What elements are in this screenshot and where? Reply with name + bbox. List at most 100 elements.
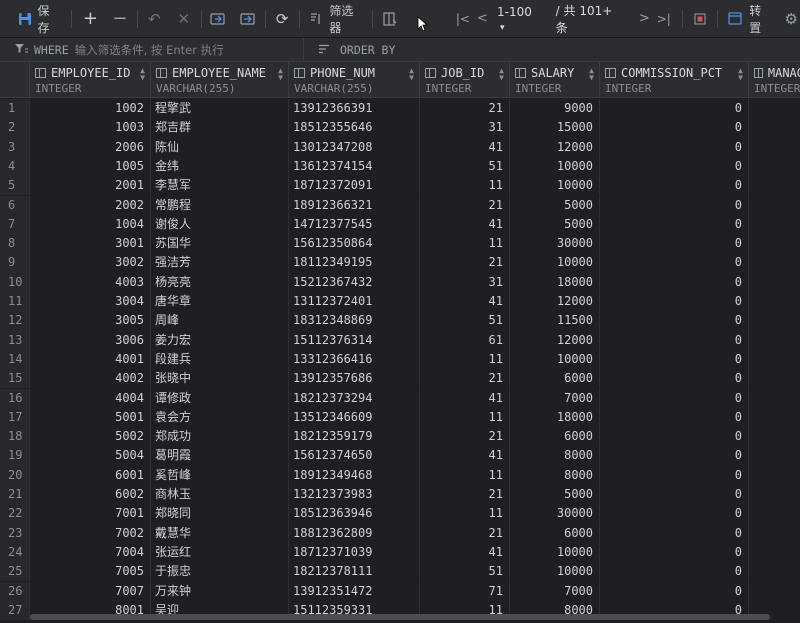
table-cell[interactable]: 18212373294 [289, 388, 420, 408]
table-cell[interactable]: 13912366391 [289, 99, 420, 119]
table-cell[interactable]: 3001 [30, 234, 151, 254]
table-cell[interactable]: 强洁芳 [151, 253, 289, 273]
table-cell[interactable]: 13012347208 [289, 137, 420, 157]
sort-icon[interactable]: ▲ ▼ [589, 67, 594, 82]
table-cell[interactable]: 1003 [30, 118, 151, 138]
table-cell[interactable]: 0 [600, 523, 749, 543]
table-cell[interactable]: 0 [600, 156, 749, 177]
table-cell[interactable] [749, 118, 800, 137]
page-range-select[interactable]: 1-100 ▾ [497, 5, 542, 33]
delete-row-icon[interactable]: − [111, 8, 128, 29]
export-icon[interactable] [239, 10, 256, 28]
table-cell[interactable]: 0 [600, 99, 749, 119]
table-cell[interactable] [749, 157, 800, 176]
table-cell[interactable] [749, 369, 800, 388]
table-cell[interactable]: 谢俊人 [151, 214, 289, 235]
table-cell[interactable]: 7000 [510, 581, 600, 601]
table-cell[interactable]: 10000 [510, 349, 600, 370]
table-cell[interactable]: 3005 [30, 311, 151, 331]
table-cell[interactable]: 7004 [30, 542, 151, 563]
table-cell[interactable]: 7000 [510, 388, 600, 408]
table-cell[interactable]: 30000 [510, 504, 600, 524]
table-cell[interactable]: 18512363946 [289, 504, 420, 524]
sort-icon[interactable]: ▲ ▼ [409, 67, 414, 82]
table-cell[interactable]: 2006 [30, 137, 151, 157]
table-cell[interactable]: 5002 [30, 427, 151, 447]
table-cell[interactable]: 6000 [510, 523, 600, 543]
table-cell[interactable]: 杨亮亮 [151, 272, 289, 292]
table-cell[interactable]: 7007 [30, 581, 151, 601]
table-cell[interactable]: 于振忠 [151, 562, 289, 582]
table-cell[interactable]: 0 [600, 349, 749, 370]
table-cell[interactable]: 18212378111 [289, 562, 420, 582]
table-cell[interactable]: 15212367432 [289, 272, 420, 292]
table-cell[interactable]: 21 [420, 253, 510, 273]
table-cell[interactable]: 6002 [30, 485, 151, 505]
column-header[interactable]: EMPLOYEE_NAME ▲ ▼ VARCHAR(255) [151, 62, 289, 98]
table-row[interactable]: 9 3002 强洁芳 18112349195 21 10000 0 [0, 253, 800, 273]
table-cell[interactable]: 5000 [510, 485, 600, 505]
sort-icon[interactable]: ▲ ▼ [499, 67, 504, 82]
table-cell[interactable]: 21 [420, 195, 510, 215]
table-cell[interactable] [749, 543, 800, 562]
table-cell[interactable]: 12000 [510, 137, 600, 157]
table-cell[interactable]: 5000 [510, 195, 600, 215]
table-cell[interactable]: 0 [600, 137, 749, 157]
refresh-icon[interactable]: ⟳ [273, 10, 290, 28]
table-cell[interactable]: 8000 [510, 465, 600, 485]
table-cell[interactable] [749, 389, 800, 408]
table-cell[interactable]: 21 [420, 485, 510, 505]
table-cell[interactable]: 奚哲峰 [151, 465, 289, 485]
table-cell[interactable]: 51 [420, 156, 510, 177]
table-cell[interactable]: 21 [420, 369, 510, 389]
next-page-icon[interactable]: > [636, 10, 653, 28]
table-cell[interactable]: 10000 [510, 176, 600, 196]
table-cell[interactable]: 18000 [510, 272, 600, 292]
table-cell[interactable]: 4004 [30, 388, 151, 408]
table-cell[interactable]: 金纬 [151, 156, 289, 177]
table-row[interactable]: 11 3004 唐华章 13112372401 41 12000 0 [0, 292, 800, 312]
table-cell[interactable]: 7001 [30, 504, 151, 524]
table-cell[interactable]: 6000 [510, 427, 600, 447]
table-cell[interactable]: 0 [600, 465, 749, 485]
table-cell[interactable]: 0 [600, 292, 749, 312]
table-cell[interactable]: 51 [420, 311, 510, 331]
table-cell[interactable]: 0 [600, 504, 749, 524]
table-cell[interactable]: 11 [420, 234, 510, 254]
table-cell[interactable]: 31 [420, 118, 510, 138]
table-row[interactable]: 7 1004 谢俊人 14712377545 41 5000 0 [0, 214, 800, 235]
horizontal-scrollbar[interactable] [30, 614, 770, 620]
table-cell[interactable]: 10000 [510, 253, 600, 273]
table-cell[interactable]: 7005 [30, 562, 151, 582]
table-row[interactable]: 6 2002 常鹏程 18912366321 21 5000 0 [0, 195, 800, 215]
table-cell[interactable] [749, 292, 800, 311]
table-cell[interactable]: 0 [600, 176, 749, 196]
table-cell[interactable]: 0 [600, 581, 749, 601]
table-cell[interactable]: 0 [600, 562, 749, 582]
table-cell[interactable]: 0 [600, 272, 749, 292]
table-row[interactable]: 13 3006 姜力宏 15112376314 61 12000 0 [0, 330, 800, 350]
table-cell[interactable]: 61 [420, 330, 510, 350]
table-cell[interactable]: 18912366321 [289, 195, 420, 215]
table-cell[interactable]: 5000 [510, 214, 600, 235]
table-cell[interactable]: 30000 [510, 234, 600, 254]
table-cell[interactable]: 10000 [510, 156, 600, 177]
table-cell[interactable]: 0 [600, 195, 749, 215]
table-cell[interactable]: 葛明霞 [151, 446, 289, 466]
table-cell[interactable]: 1005 [30, 156, 151, 177]
table-row[interactable]: 12 3005 周峰 18312348869 51 11500 0 [0, 311, 800, 331]
table-cell[interactable]: 13512346609 [289, 407, 420, 428]
undo-icon[interactable]: ↶ [146, 10, 163, 28]
table-cell[interactable]: 0 [600, 542, 749, 563]
table-cell[interactable]: 18112349195 [289, 253, 420, 273]
table-cell[interactable]: 9000 [510, 99, 600, 119]
order-by-input[interactable]: ORDER BY [304, 43, 395, 57]
table-cell[interactable]: 10000 [510, 542, 600, 563]
table-cell[interactable]: 41 [420, 292, 510, 312]
table-row[interactable]: 22 7001 郑晓同 18512363946 11 30000 0 [0, 504, 800, 524]
table-row[interactable]: 18 5002 郑成功 18212359179 21 6000 0 [0, 427, 800, 447]
table-cell[interactable]: 8000 [510, 446, 600, 466]
table-row[interactable]: 3 2006 陈仙 13012347208 41 12000 0 [0, 137, 800, 157]
table-cell[interactable] [749, 524, 800, 543]
table-cell[interactable]: 18712371039 [289, 542, 420, 563]
